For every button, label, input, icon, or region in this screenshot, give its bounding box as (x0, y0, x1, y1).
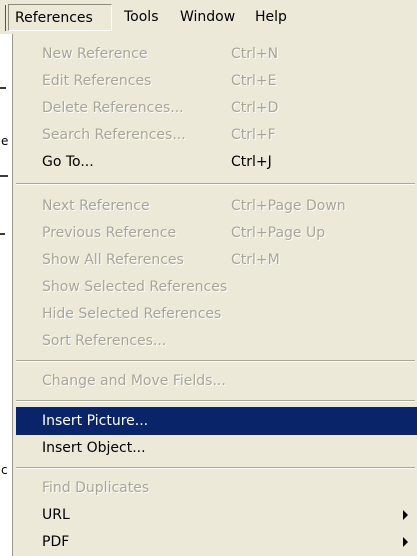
menu-item-shortcut: Ctrl+M (231, 252, 280, 268)
menu-item-shortcut: Ctrl+E (231, 73, 277, 89)
menu-item-edit-references[interactable]: Edit References Ctrl+E (16, 67, 417, 95)
menu-item-delete-references[interactable]: Delete References... Ctrl+D (16, 94, 417, 122)
menu-item-label: Insert Object... (42, 440, 146, 456)
background-mark (0, 233, 5, 235)
menu-item-find-duplicates[interactable]: Find Duplicates (16, 474, 417, 502)
menu-item-shortcut: Ctrl+J (231, 154, 272, 170)
background-char: c (1, 463, 8, 477)
menu-item-url[interactable]: URL (16, 501, 417, 529)
menu-help[interactable]: Help (249, 4, 293, 31)
menu-item-show-all-references[interactable]: Show All References Ctrl+M (16, 246, 417, 274)
menu-separator (16, 400, 415, 402)
menu-item-search-references[interactable]: Search References... Ctrl+F (16, 121, 417, 149)
menu-separator (16, 183, 415, 185)
menu-item-label: Edit References (42, 73, 152, 89)
menu-item-label: Next Reference (42, 198, 150, 214)
menu-references[interactable]: References (8, 4, 112, 31)
menu-item-label: Delete References... (42, 100, 184, 116)
menu-item-change-and-move-fields[interactable]: Change and Move Fields... (16, 367, 417, 395)
menu-item-label: Insert Picture... (42, 413, 149, 429)
menu-item-go-to[interactable]: Go To... Ctrl+J (16, 148, 417, 176)
submenu-arrow-icon (403, 537, 408, 547)
menu-item-label: URL (42, 507, 70, 523)
menu-item-label: Find Duplicates (42, 480, 150, 496)
background-window-edge: e c (0, 34, 12, 556)
menu-item-label: New Reference (42, 46, 148, 62)
menu-separator (16, 467, 415, 469)
menu-item-label: Hide Selected References (42, 306, 222, 322)
menu-item-label: Show Selected References (42, 279, 228, 295)
menu-item-shortcut: Ctrl+N (231, 46, 279, 62)
menu-bar-edge (5, 5, 6, 31)
menu-item-label: PDF (42, 534, 70, 550)
menu-item-label: Show All References (42, 252, 184, 268)
menu-tools[interactable]: Tools (118, 4, 165, 31)
menu-item-label: Go To... (42, 154, 94, 170)
menu-item-label: Sort References... (42, 333, 167, 349)
menu-item-previous-reference[interactable]: Previous Reference Ctrl+Page Up (16, 219, 417, 247)
menu-item-label: Search References... (42, 127, 186, 143)
background-mark (0, 175, 8, 177)
menu-item-sort-references[interactable]: Sort References... (16, 327, 417, 355)
submenu-arrow-icon (403, 510, 408, 520)
menu-item-show-selected-references[interactable]: Show Selected References (16, 273, 417, 301)
menu-item-pdf[interactable]: PDF (16, 528, 417, 556)
background-char: e (1, 134, 9, 148)
menu-item-shortcut: Ctrl+D (231, 100, 279, 116)
menu-item-shortcut: Ctrl+F (231, 127, 276, 143)
menu-item-insert-picture[interactable]: Insert Picture... (16, 407, 417, 435)
menu-item-insert-object[interactable]: Insert Object... (16, 434, 417, 462)
menu-item-new-reference[interactable]: New Reference Ctrl+N (16, 40, 417, 68)
menu-item-shortcut: Ctrl+Page Down (231, 198, 346, 214)
menu-item-shortcut: Ctrl+Page Up (231, 225, 326, 241)
menu-item-label: Change and Move Fields... (42, 373, 226, 389)
menu-bar: References Tools Window Help (0, 0, 417, 35)
menu-item-label: Previous Reference (42, 225, 177, 241)
menu-item-hide-selected-references[interactable]: Hide Selected References (16, 300, 417, 328)
menu-item-next-reference[interactable]: Next Reference Ctrl+Page Down (16, 192, 417, 220)
menu-separator (16, 360, 415, 362)
references-dropdown-menu: New Reference Ctrl+N Edit References Ctr… (12, 34, 417, 556)
menu-window[interactable]: Window (174, 4, 241, 31)
background-mark (0, 87, 6, 89)
